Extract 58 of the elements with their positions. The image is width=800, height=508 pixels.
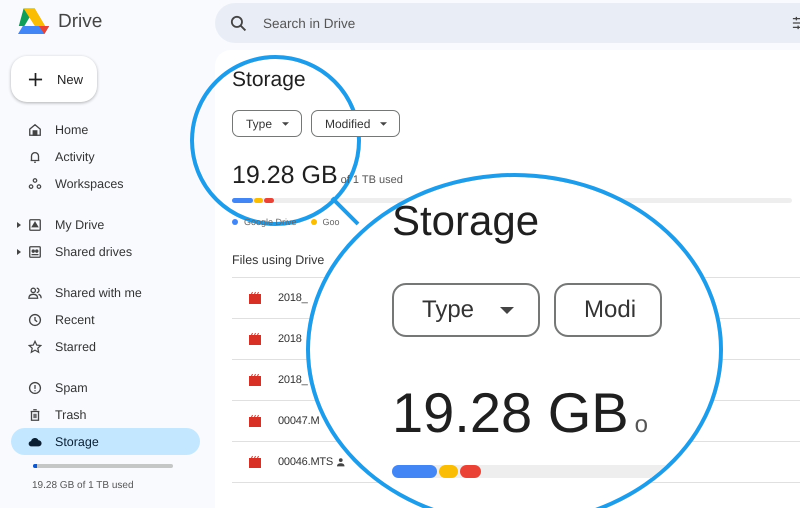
mydrive-icon [28,218,42,232]
section-title: Files using Drive [232,253,326,267]
filter-chip[interactable]: Modified [311,110,400,137]
nav-item[interactable]: Trash [11,401,200,428]
filter-chip[interactable]: Type [232,110,302,137]
nav-item[interactable]: Storage [11,428,200,455]
storage-usage-text: 19.28 GB of 1 TB used [32,480,135,491]
video-file-icon [249,374,263,386]
shared-icon [28,244,42,258]
video-file-icon [249,292,263,304]
nav-item[interactable]: Shared with me [11,279,200,306]
search-icon [230,14,247,32]
storage-amount: 19.28 GB [232,161,338,190]
usage-segment [460,465,481,478]
video-file-icon [249,415,263,427]
expand-caret-icon[interactable] [17,222,21,228]
nav-item[interactable]: Starred [11,333,200,360]
new-button[interactable]: New [11,56,97,102]
search-field[interactable]: Search in Drive [261,14,778,32]
file-name[interactable]: 00046.MTS [278,456,334,468]
file-name[interactable]: 2018 [278,333,302,345]
bell-icon [28,150,42,164]
search-bar[interactable]: Search in Drive [215,3,800,43]
file-name[interactable]: 2018_ [278,292,308,304]
nav-item[interactable]: My Drive [11,211,200,238]
dropdown-caret-icon [500,306,514,314]
nav-item[interactable]: Shared drives [11,238,200,265]
people-icon [28,286,42,300]
nav-item[interactable]: Activity [11,143,200,170]
nav-item[interactable]: Home [11,116,200,143]
drive-logo-icon [18,8,50,36]
video-file-icon [249,333,263,345]
video-file-icon [249,456,263,468]
magnified-quota-text: o [634,411,648,439]
nav-item[interactable]: Workspaces [11,170,200,197]
nav-item[interactable]: Spam [11,374,200,401]
spam-icon [28,380,42,394]
expand-caret-icon[interactable] [17,248,21,254]
file-name[interactable]: 2018_ [278,374,308,386]
legend-label: Goo [322,217,340,227]
app-name: Drive [58,11,102,33]
page-title: Storage [232,67,307,93]
home-icon [28,122,42,136]
dropdown-caret-icon [282,122,290,126]
magnified-filter-chip: Modi [554,283,662,337]
work-icon [28,176,42,190]
dropdown-caret-icon [380,122,388,126]
clock-icon [28,312,42,326]
nav-item[interactable]: Recent [11,306,200,333]
star-icon [28,340,42,354]
file-name[interactable]: 00047.M [278,415,320,427]
magnified-title: Storage [392,196,540,246]
usage-segment [438,465,458,478]
trash-icon [28,408,42,422]
usage-segment [392,465,437,478]
plus-icon [28,72,43,86]
magnified-storage-amount: 19.28 GB [392,383,629,443]
magnified-filter-chip: Type [392,283,540,337]
